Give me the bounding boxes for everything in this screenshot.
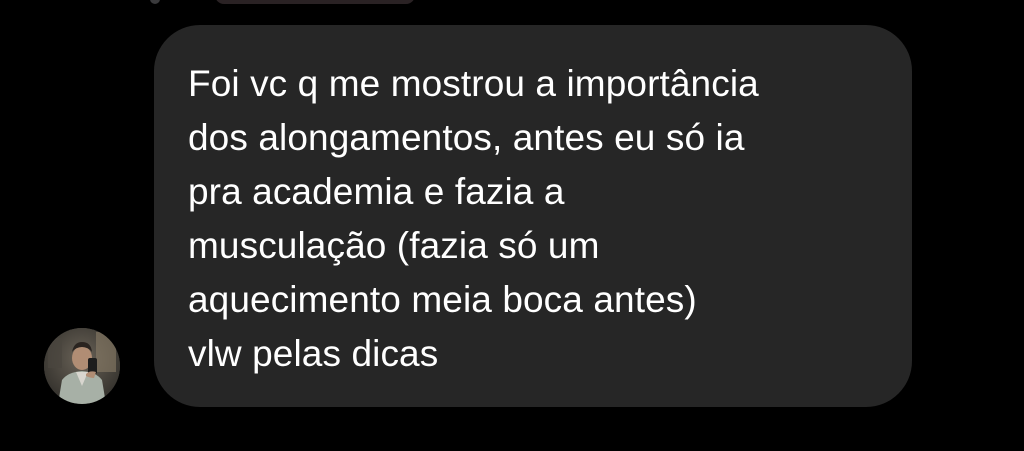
message-text: Foi vc q me mostrou a importância dos al…	[188, 63, 759, 374]
profile-photo-icon	[44, 328, 120, 404]
sender-avatar[interactable]	[44, 328, 120, 404]
incoming-message-row: Foi vc q me mostrou a importância dos al…	[0, 0, 1024, 451]
message-bubble[interactable]: Foi vc q me mostrou a importância dos al…	[154, 25, 912, 407]
